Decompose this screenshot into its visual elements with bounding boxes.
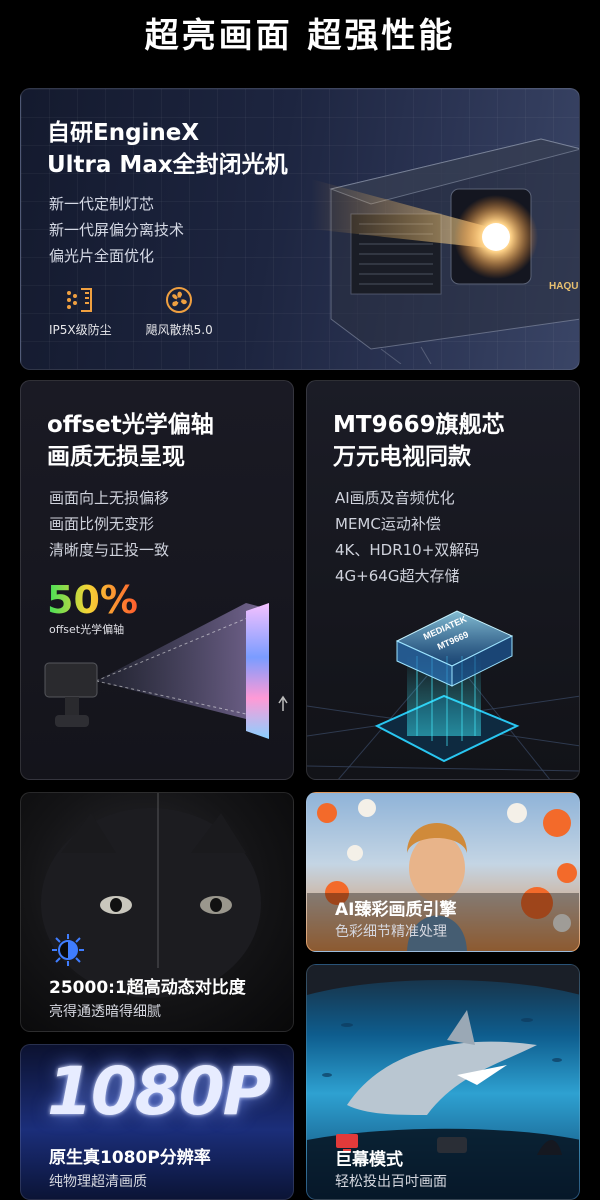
engine-feature: 新一代定制灯芯 <box>49 195 155 213</box>
fan-icon <box>166 287 193 313</box>
resolution-card: 1080P 原生真1080P分辨率 纯物理超清画质 <box>20 1044 294 1200</box>
engine-icon-row: IP5X级防尘 飓风散热5.0 <box>49 285 213 338</box>
giant-screen-title: 巨幕模式 <box>335 1150 403 1170</box>
fan-label: 飓风散热5.0 <box>145 323 213 337</box>
giant-screen-subtitle: 轻松投出百吋画面 <box>335 1174 447 1190</box>
projection-screen <box>246 603 269 739</box>
engine-feature: 偏光片全面优化 <box>49 247 155 265</box>
ai-color-title: AI臻彩画质引擎 <box>335 900 457 920</box>
resolution-title: 原生真1080P分辨率 <box>49 1148 211 1168</box>
chip-title-line2: 万元电视同款 <box>333 444 471 470</box>
contrast-title: 25000:1超高动态对比度 <box>49 978 246 998</box>
brand-mark: HAQU <box>549 281 578 292</box>
offset-card: offset光学偏轴 画质无损呈现 画面向上无损偏移 画面比例无变形 清晰度与正… <box>20 380 294 780</box>
offset-feature: 画面向上无损偏移 <box>49 489 170 507</box>
engine-card: HAQU 自研EngineX Ultra Max全封闭光机 新一代定制灯芯 新一… <box>20 88 580 370</box>
giant-screen-card: 巨幕模式 轻松投出百吋画面 <box>306 964 580 1200</box>
chip-title-line1: MT9669旗舰芯 <box>333 412 505 438</box>
engine-title-line1: 自研EngineX <box>47 120 200 146</box>
engine-feature-list: 新一代定制灯芯 新一代屏偏分离技术 偏光片全面优化 <box>49 191 184 269</box>
projector-illustration: HAQU <box>311 138 579 364</box>
offset-title-line2: 画质无损呈现 <box>47 444 185 470</box>
contrast-subtitle: 亮得通透暗得细腻 <box>49 1004 161 1020</box>
contrast-card: 25000:1超高动态对比度 亮得通透暗得细腻 <box>20 792 294 1032</box>
offset-percent-label: offset光学偏轴 <box>49 623 125 636</box>
dust-icon <box>67 288 93 312</box>
projector-device <box>44 662 98 698</box>
offset-title-line1: offset光学偏轴 <box>47 412 214 438</box>
offset-percent: 50% <box>47 578 138 622</box>
dust-feature: IP5X级防尘 <box>49 285 112 338</box>
offset-feature-list: 画面向上无损偏移 画面比例无变形 清晰度与正投一致 <box>49 485 169 563</box>
chip-card: MT9669旗舰芯 万元电视同款 AI画质及音频优化 MEMC运动补偿 4K、H… <box>306 380 580 780</box>
chip-feature-list: AI画质及音频优化 MEMC运动补偿 4K、HDR10+双解码 4G+64G超大… <box>335 485 479 589</box>
engine-title: 自研EngineX Ultra Max全封闭光机 <box>47 117 288 181</box>
arrow-up-icon <box>278 695 288 711</box>
chip-feature: MEMC运动补偿 <box>335 515 441 533</box>
fan-feature: 飓风散热5.0 <box>146 285 213 338</box>
resolution-big-text: 1080P <box>46 1053 271 1130</box>
page-title: 超亮画面 超强性能 <box>144 16 456 56</box>
offset-feature: 清晰度与正投一致 <box>49 541 170 559</box>
ai-color-subtitle: 色彩细节精准处理 <box>335 924 447 940</box>
chip-title: MT9669旗舰芯 万元电视同款 <box>333 409 505 473</box>
chip-feature: 4K、HDR10+双解码 <box>335 541 480 559</box>
ai-color-card: AI臻彩画质引擎 色彩细节精准处理 <box>306 792 580 952</box>
chip-illustration: MEDIATEK MT9669 <box>307 610 579 779</box>
chip-feature: AI画质及音频优化 <box>335 489 455 507</box>
dust-label: IP5X级防尘 <box>49 323 112 337</box>
offset-feature: 画面比例无变形 <box>49 515 155 533</box>
offset-title: offset光学偏轴 画质无损呈现 <box>47 409 214 473</box>
engine-feature: 新一代屏偏分离技术 <box>49 221 185 239</box>
resolution-subtitle: 纯物理超清画质 <box>49 1174 147 1190</box>
engine-title-line2: Ultra Max全封闭光机 <box>47 152 288 178</box>
contrast-icon <box>52 934 84 966</box>
